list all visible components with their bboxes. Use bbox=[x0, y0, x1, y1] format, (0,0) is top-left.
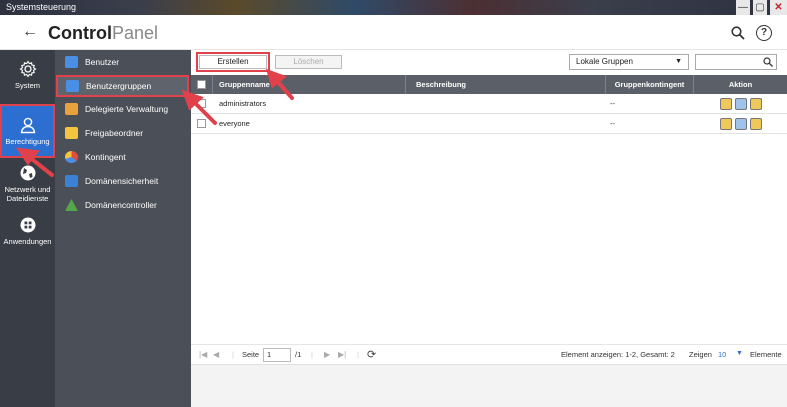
nav-label-system: System bbox=[14, 81, 40, 90]
create-button[interactable]: Erstellen bbox=[196, 52, 270, 72]
subnav-label: Domänensicherheit bbox=[85, 176, 159, 186]
folder-icon bbox=[65, 127, 78, 139]
window-title: Systemsteuerung bbox=[6, 2, 77, 12]
sub-nav: Benutzer Benutzergruppen Delegierte Verw… bbox=[55, 50, 191, 407]
pagination-bar: |◀ ◀ | Seite 1 /1 | ▶ ▶| | ⟳ Element anz… bbox=[191, 344, 787, 364]
subnav-item-domaenencontroller[interactable]: Domänencontroller bbox=[55, 194, 191, 216]
page-total: /1 bbox=[295, 350, 302, 359]
group-filter-value: Lokale Gruppen bbox=[576, 57, 633, 66]
permissions-icon[interactable] bbox=[750, 118, 762, 130]
select-all-checkbox[interactable] bbox=[197, 80, 206, 89]
column-header-description[interactable]: Beschreibung bbox=[406, 75, 606, 94]
page-input[interactable]: 1 bbox=[263, 348, 291, 362]
delete-button[interactable]: Löschen bbox=[275, 55, 342, 69]
items-label: Elemente bbox=[750, 350, 782, 359]
subnav-label: Benutzer bbox=[85, 57, 120, 67]
next-page-icon[interactable]: ▶ bbox=[324, 350, 330, 359]
edit-icon[interactable] bbox=[720, 118, 732, 130]
subnav-label: Freigabeordner bbox=[85, 128, 144, 138]
subnav-label: Kontingent bbox=[85, 152, 126, 162]
nav-item-system[interactable]: System bbox=[0, 58, 55, 98]
first-page-icon[interactable]: |◀ bbox=[199, 350, 207, 359]
last-page-icon[interactable]: ▶| bbox=[338, 350, 346, 359]
subnav-label: Delegierte Verwaltung bbox=[85, 104, 169, 114]
toolbar: Erstellen Löschen Lokale Gruppen ▼ bbox=[191, 50, 787, 74]
gear-icon bbox=[18, 60, 37, 78]
search-icon bbox=[763, 57, 773, 67]
nav-item-anwendungen[interactable]: Anwendungen bbox=[0, 216, 55, 250]
row-checkbox[interactable] bbox=[197, 99, 206, 108]
nav-label-netzwerk: Netzwerk und Dateidienste bbox=[4, 185, 51, 203]
chevron-down-icon[interactable]: ▼ bbox=[736, 350, 743, 357]
window-titlebar: Systemsteuerung — ▢ ✕ bbox=[0, 0, 787, 15]
domain-security-icon bbox=[65, 175, 78, 187]
delegate-icon bbox=[65, 103, 78, 115]
page-label: Seite bbox=[242, 350, 260, 359]
select-all-cell bbox=[191, 75, 213, 94]
nav-label-anwendungen: Anwendungen bbox=[3, 237, 52, 246]
subnav-item-benutzer[interactable]: Benutzer bbox=[55, 51, 191, 73]
footer-panel bbox=[191, 364, 787, 407]
subnav-item-domaenensicherheit[interactable]: Domänensicherheit bbox=[55, 170, 191, 192]
table-header: Gruppenname Beschreibung Gruppenkontinge… bbox=[191, 75, 787, 94]
show-label: Zeigen bbox=[689, 350, 712, 359]
search-icon[interactable] bbox=[731, 26, 745, 40]
subnav-item-freigabeordner[interactable]: Freigabeordner bbox=[55, 122, 191, 144]
subnav-label: Domänencontroller bbox=[85, 200, 157, 210]
main-nav: System Berechtigung Netzwerk und Dateidi… bbox=[0, 50, 55, 407]
chevron-down-icon: ▼ bbox=[675, 58, 682, 65]
pie-chart-icon bbox=[65, 151, 78, 163]
arrow-left-icon[interactable]: ← bbox=[22, 24, 38, 40]
divider: | bbox=[232, 350, 234, 359]
group-filter-select[interactable]: Lokale Gruppen ▼ bbox=[569, 54, 689, 70]
divider: | bbox=[357, 350, 359, 359]
page-size-value[interactable]: 10 bbox=[718, 350, 726, 359]
subnav-label: Benutzergruppen bbox=[86, 81, 152, 91]
content-area: Erstellen Löschen Lokale Gruppen ▼ Grupp… bbox=[191, 50, 787, 407]
column-header-action: Aktion bbox=[728, 80, 753, 89]
subnav-item-benutzergruppen[interactable]: Benutzergruppen bbox=[56, 75, 189, 97]
domain-controller-icon bbox=[65, 199, 78, 211]
members-icon[interactable] bbox=[735, 98, 747, 110]
edit-icon[interactable] bbox=[720, 98, 732, 110]
refresh-icon[interactable]: ⟳ bbox=[367, 348, 376, 361]
item-summary: Element anzeigen: 1-2, Gesamt: 2 bbox=[561, 350, 675, 359]
nav-item-netzwerk[interactable]: Netzwerk und Dateidienste bbox=[0, 164, 55, 206]
app-title-light: Panel bbox=[111, 23, 159, 43]
nav-label-berechtigung: Berechtigung bbox=[5, 137, 50, 146]
column-header-name[interactable]: Gruppenname bbox=[213, 75, 406, 94]
prev-page-icon[interactable]: ◀ bbox=[213, 350, 219, 359]
permissions-icon[interactable] bbox=[750, 98, 762, 110]
app-title-bold: Control bbox=[48, 23, 112, 43]
close-button[interactable]: ✕ bbox=[770, 0, 787, 15]
row-checkbox[interactable] bbox=[197, 119, 206, 128]
app-title: ControlPanel bbox=[48, 23, 158, 43]
search-input[interactable] bbox=[695, 54, 777, 70]
apps-icon bbox=[20, 217, 35, 233]
table-row[interactable]: administrators -- bbox=[191, 94, 787, 114]
group-quota: -- bbox=[610, 119, 615, 128]
user-icon bbox=[20, 117, 35, 134]
group-quota: -- bbox=[610, 99, 615, 108]
table-row[interactable]: everyone -- bbox=[191, 114, 787, 134]
maximize-button[interactable]: ▢ bbox=[753, 0, 767, 15]
group-name: administrators bbox=[219, 99, 267, 108]
user-group-icon bbox=[66, 80, 79, 92]
nav-item-berechtigung[interactable]: Berechtigung bbox=[0, 104, 55, 158]
subnav-item-kontingent[interactable]: Kontingent bbox=[55, 146, 191, 168]
group-name: everyone bbox=[219, 119, 250, 128]
column-header-quota[interactable]: Gruppenkontingent bbox=[606, 75, 694, 94]
app-header: ← ControlPanel ? bbox=[0, 15, 787, 50]
help-icon[interactable]: ? bbox=[756, 25, 772, 41]
minimize-button[interactable]: — bbox=[736, 0, 750, 15]
globe-icon bbox=[20, 165, 35, 181]
divider: | bbox=[311, 350, 313, 359]
members-icon[interactable] bbox=[735, 118, 747, 130]
user-icon bbox=[65, 56, 78, 68]
subnav-item-delegierte-verwaltung[interactable]: Delegierte Verwaltung bbox=[55, 98, 191, 120]
